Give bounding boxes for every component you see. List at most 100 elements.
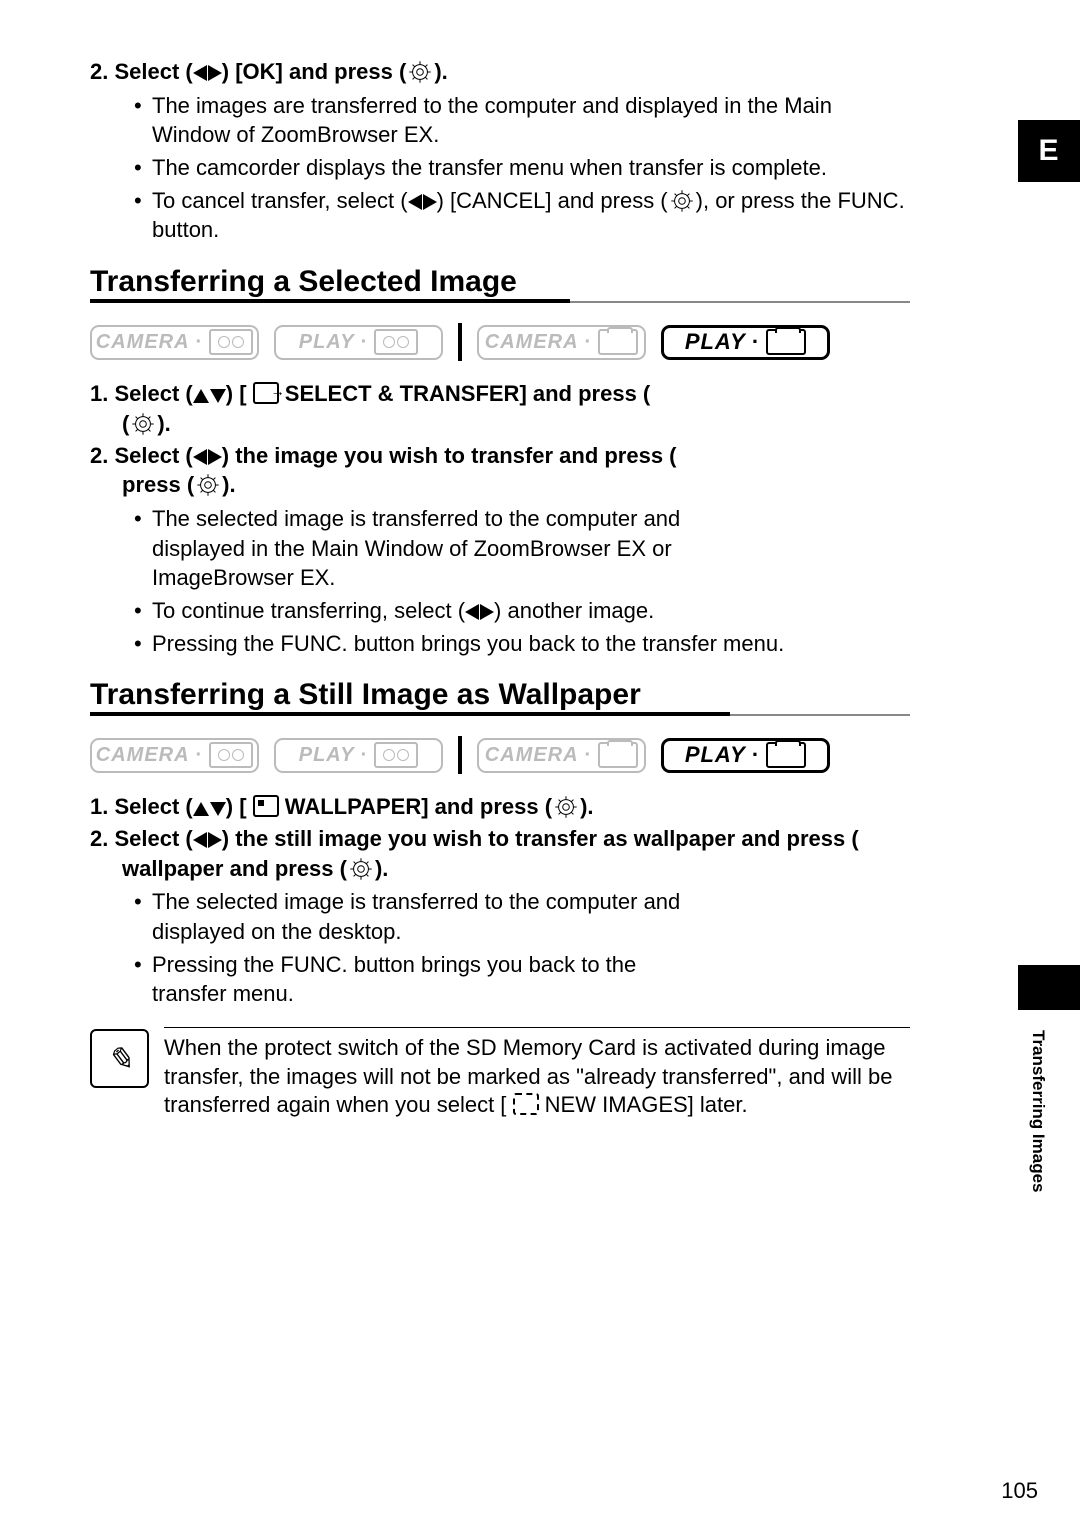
bullet-item: The camcorder displays the transfer menu… bbox=[152, 153, 910, 183]
left-right-icon bbox=[408, 194, 437, 210]
section-a-bullets: The selected image is transferred to the… bbox=[90, 504, 910, 658]
step-number: 2. bbox=[90, 443, 108, 468]
bullet-text: ) another image. bbox=[494, 598, 654, 623]
up-down-icon bbox=[193, 389, 226, 403]
step-text: ). bbox=[434, 59, 447, 84]
section-b-step-1: 1. Select ( ) [ WALLPAPER] and press (). bbox=[90, 792, 910, 822]
step-text: SELECT & TRANSFER] and press ( bbox=[285, 381, 650, 406]
set-dial-icon bbox=[347, 855, 375, 883]
page-number: 105 bbox=[1001, 1478, 1038, 1504]
left-right-icon bbox=[465, 604, 494, 620]
tape-icon bbox=[209, 329, 253, 355]
mode-divider bbox=[458, 736, 462, 774]
new-images-mini-icon bbox=[513, 1093, 539, 1115]
mode-label: CAMERA bbox=[485, 744, 579, 767]
step-text: ) the still image you wish to transfer a… bbox=[222, 826, 859, 851]
mode-label: PLAY bbox=[685, 329, 746, 355]
section-b-bullets: The selected image is transferred to the… bbox=[90, 887, 910, 1009]
step-number: 2. bbox=[90, 59, 108, 84]
step-text: ) [ bbox=[226, 794, 247, 819]
language-tab-e: E bbox=[1018, 120, 1080, 182]
step-text: Select ( bbox=[114, 826, 192, 851]
section-b-step-2: 2. Select ( ) the still image you wish to… bbox=[90, 824, 910, 883]
left-right-icon bbox=[193, 65, 222, 81]
step-text: Select ( bbox=[114, 381, 192, 406]
content: 2. Select ( ) [OK] and press (). The imag… bbox=[90, 55, 910, 1120]
step-text: ). bbox=[580, 794, 593, 819]
set-dial-icon bbox=[552, 793, 580, 821]
bullet-text: ) [CANCEL] and press ( bbox=[437, 188, 668, 213]
mode-play-tape: PLAY· bbox=[274, 325, 443, 360]
mode-label: PLAY bbox=[685, 742, 746, 768]
mode-label: PLAY bbox=[299, 331, 355, 354]
bullet-item: The selected image is transferred to the… bbox=[152, 887, 712, 946]
left-right-icon bbox=[193, 449, 222, 465]
step-text: ). bbox=[222, 472, 235, 497]
mode-play-card-active: PLAY· bbox=[661, 738, 830, 773]
step-text: ). bbox=[375, 856, 388, 881]
mode-divider bbox=[458, 323, 462, 361]
mode-indicator-row: CAMERA· PLAY· CAMERA· PLAY· bbox=[90, 323, 910, 361]
step-number: 1. bbox=[90, 381, 108, 406]
step-text: ) [OK] and press ( bbox=[222, 59, 407, 84]
tape-icon bbox=[374, 742, 418, 768]
note-divider bbox=[164, 1027, 910, 1028]
mode-play-tape: PLAY· bbox=[274, 738, 443, 773]
note-block: ✎ When the protect switch of the SD Memo… bbox=[90, 1027, 910, 1120]
step-text: Select ( bbox=[114, 59, 192, 84]
section-a-step-1: 1. Select ( ) [ SELECT & TRANSFER] and pr… bbox=[90, 379, 910, 438]
up-down-icon bbox=[193, 802, 226, 816]
step-text: Select ( bbox=[114, 443, 192, 468]
note-body: When the protect switch of the SD Memory… bbox=[164, 1027, 910, 1120]
note-icon: ✎ bbox=[90, 1029, 149, 1088]
heading-transferring-wallpaper: Transferring a Still Image as Wallpaper bbox=[90, 678, 910, 716]
step-number: 1. bbox=[90, 794, 108, 819]
set-dial-icon bbox=[194, 471, 222, 499]
page: E Transferring Images 105 2. Select ( ) [… bbox=[0, 0, 1080, 1534]
left-right-icon bbox=[193, 832, 222, 848]
section-a-step-2: 2. Select ( ) the image you wish to trans… bbox=[90, 441, 910, 500]
bullet-item: To continue transferring, select ( ) anot… bbox=[152, 596, 910, 626]
select-transfer-mini-icon bbox=[253, 382, 279, 404]
step-2: 2. Select ( ) [OK] and press (). bbox=[90, 57, 910, 87]
set-dial-icon bbox=[129, 410, 157, 438]
section-tab-black bbox=[1018, 965, 1080, 1010]
step-text: ) the image you wish to transfer and pre… bbox=[222, 443, 677, 468]
bullet-item: The images are transferred to the comput… bbox=[152, 91, 910, 150]
mode-play-card-active: PLAY· bbox=[661, 325, 830, 360]
mode-label: CAMERA bbox=[485, 331, 579, 354]
card-icon bbox=[766, 329, 806, 355]
wallpaper-mini-icon bbox=[253, 795, 279, 817]
bullet-text: To continue transferring, select ( bbox=[152, 598, 465, 623]
mode-label: PLAY bbox=[299, 744, 355, 767]
set-dial-icon bbox=[406, 58, 434, 86]
mode-camera-card: CAMERA· bbox=[477, 325, 646, 360]
mode-camera-tape: CAMERA· bbox=[90, 738, 259, 773]
card-icon bbox=[598, 742, 638, 768]
section-tab-label: Transferring Images bbox=[1028, 1030, 1048, 1193]
bullet-item: To cancel transfer, select ( ) [CANCEL] a… bbox=[152, 186, 910, 245]
mode-camera-tape: CAMERA· bbox=[90, 325, 259, 360]
step-2-bullets: The images are transferred to the comput… bbox=[90, 91, 910, 245]
bullet-text: To cancel transfer, select ( bbox=[152, 188, 408, 213]
tape-icon bbox=[209, 742, 253, 768]
card-icon bbox=[598, 329, 638, 355]
card-icon bbox=[766, 742, 806, 768]
set-dial-icon bbox=[668, 187, 696, 215]
note-text: When the protect switch of the SD Memory… bbox=[164, 1034, 910, 1120]
mode-indicator-row: CAMERA· PLAY· CAMERA· PLAY· bbox=[90, 736, 910, 774]
mode-label: CAMERA bbox=[96, 331, 190, 354]
step-text: WALLPAPER] and press ( bbox=[285, 794, 552, 819]
mode-label: CAMERA bbox=[96, 744, 190, 767]
mode-camera-card: CAMERA· bbox=[477, 738, 646, 773]
bullet-item: The selected image is transferred to the… bbox=[152, 504, 712, 593]
step-text: ) [ bbox=[226, 381, 247, 406]
step-text: Select ( bbox=[114, 794, 192, 819]
step-number: 2. bbox=[90, 826, 108, 851]
tape-icon bbox=[374, 329, 418, 355]
bullet-item: Pressing the FUNC. button brings you bac… bbox=[152, 629, 910, 659]
note-text-part: NEW IMAGES] later. bbox=[545, 1092, 748, 1117]
bullet-item: Pressing the FUNC. button brings you bac… bbox=[152, 950, 712, 1009]
step-text: ). bbox=[157, 411, 170, 436]
heading-transferring-selected: Transferring a Selected Image bbox=[90, 265, 910, 303]
